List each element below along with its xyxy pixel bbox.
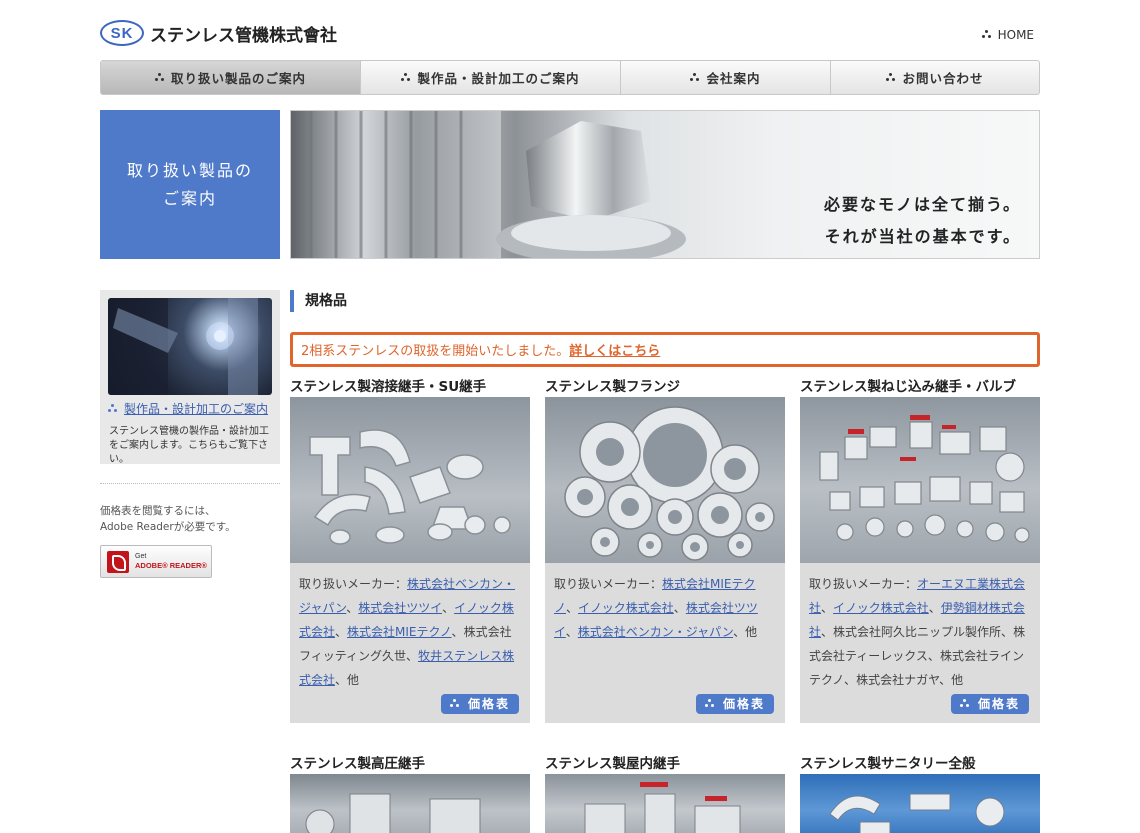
nav-item-company[interactable]: 会社案内 bbox=[621, 61, 831, 94]
card-title: ステンレス製溶接継手・SU継手 bbox=[290, 379, 487, 395]
price-label: 価格表 bbox=[722, 697, 765, 711]
maker-link[interactable]: 株式会社MIEテクノ bbox=[347, 625, 452, 639]
card-body: 取り扱いメーカー：オーエヌ工業株式会社、イノック株式会社、伊勢鋼材株式会社、株式… bbox=[800, 563, 1040, 723]
reader-badge-text: Get ADOBE® READER® bbox=[135, 552, 207, 571]
card-title: ステンレス製屋内継手 bbox=[545, 756, 680, 772]
dots-icon bbox=[959, 699, 970, 709]
sanitary-illustration bbox=[829, 793, 1005, 833]
hero-title-line2: ご案内 bbox=[162, 188, 217, 208]
product-card-welded-fittings: ステンレス製溶接継手・SU継手 取り扱いメーカー：株式会社ベンカン・ジャパン、株… bbox=[290, 378, 530, 723]
dots-icon bbox=[449, 699, 460, 709]
card-body: 取り扱いメーカー：株式会社ベンカン・ジャパン、株式会社ツツイ、イノック株式会社、… bbox=[290, 563, 530, 723]
product-card-flanges: ステンレス製フランジ 取り扱いメーカー：株式会社MIEテクノ、イノック株式会社、… bbox=[545, 378, 785, 723]
sidebar-fabrication-link[interactable]: 製作品・設計加工のご案内 bbox=[108, 400, 268, 417]
maker-link[interactable]: 株式会社ベンカン・ジャパン bbox=[578, 625, 733, 639]
high-pressure-illustration bbox=[305, 793, 481, 833]
maker-prefix: 取り扱いメーカー： bbox=[554, 577, 663, 591]
nav-item-contact[interactable]: お問い合わせ bbox=[831, 61, 1039, 94]
welding-photo[interactable] bbox=[108, 298, 272, 395]
card-photo-sanitary[interactable] bbox=[800, 774, 1040, 833]
hero-title-line1: 取り扱い製品の bbox=[126, 160, 253, 180]
product-card-sanitary: ステンレス製サニタリー全般 bbox=[800, 755, 1040, 833]
price-list-button[interactable]: 価格表 bbox=[951, 694, 1029, 714]
maker-link[interactable]: 株式会社ツツイ bbox=[358, 601, 442, 615]
maker-prefix: 取り扱いメーカー： bbox=[299, 577, 408, 591]
dots-icon bbox=[704, 699, 715, 709]
card-photo-welded-fittings[interactable] bbox=[290, 397, 530, 563]
reader-note-line1: 価格表を閲覧するには、 bbox=[100, 505, 216, 517]
price-list-button[interactable]: 価格表 bbox=[441, 694, 519, 714]
dots-icon bbox=[886, 72, 896, 83]
notice-text: 2相系ステンレスの取扱を開始いたしました。 bbox=[301, 344, 570, 359]
nav-label: 取り扱い製品のご案内 bbox=[170, 71, 306, 86]
maker-suffix: 、他 bbox=[335, 673, 360, 687]
dots-icon bbox=[401, 72, 411, 83]
notice-banner: 2相系ステンレスの取扱を開始いたしました。 詳しくはこちら bbox=[290, 332, 1040, 367]
home-label: HOME bbox=[997, 28, 1034, 42]
sidebar-description: ステンレス管機の製作品・設計加工をご案内します。こちらもご覧下さい。 bbox=[109, 426, 269, 465]
maker-name: 株式会社ナガヤ bbox=[856, 673, 940, 687]
reader-badge-get: Get bbox=[135, 553, 147, 560]
welded-fittings-illustration bbox=[309, 429, 511, 545]
home-link[interactable]: HOME bbox=[981, 28, 1034, 42]
dots-icon bbox=[154, 72, 165, 83]
nav-label: 製作品・設計加工のご案内 bbox=[417, 71, 580, 86]
card-title: ステンレス製サニタリー全般 bbox=[800, 756, 976, 772]
dots-icon bbox=[108, 403, 118, 414]
card-body: 取り扱いメーカー：株式会社MIEテクノ、イノック株式会社、株式会社ツツイ、株式会… bbox=[545, 563, 785, 723]
adobe-reader-icon bbox=[107, 550, 129, 573]
reader-badge-name: ADOBE® READER® bbox=[135, 561, 207, 570]
card-title: ステンレス製フランジ bbox=[545, 379, 680, 395]
product-card-indoor: ステンレス製屋内継手 bbox=[545, 755, 785, 833]
hero-banner: 必要なモノは全て揃う。 それが当社の基本です。 bbox=[290, 110, 1040, 259]
threaded-fittings-illustration bbox=[819, 415, 1030, 543]
logo-mark: SK bbox=[100, 20, 144, 46]
nav-item-fabrication[interactable]: 製作品・設計加工のご案内 bbox=[361, 61, 621, 94]
hero-copy: 必要なモノは全て揃う。 それが当社の基本です。 bbox=[824, 189, 1021, 253]
maker-name: 株式会社阿久比ニップル製作所 bbox=[833, 625, 1002, 639]
hero-copy-line1: 必要なモノは全て揃う。 bbox=[823, 195, 1021, 214]
price-label: 価格表 bbox=[467, 697, 510, 711]
product-card-threaded-fittings: ステンレス製ねじ込み継手・バルブ 取り扱いメーカー：オーエヌ工業株式会社、イノッ… bbox=[800, 378, 1040, 723]
card-photo-flanges[interactable] bbox=[545, 397, 785, 563]
card-title: ステンレス製高圧継手 bbox=[290, 756, 425, 772]
nav-label: 会社案内 bbox=[706, 71, 761, 86]
dots-icon bbox=[690, 72, 700, 83]
reader-note: 価格表を閲覧するには、 Adobe Readerが必要です。 bbox=[100, 503, 236, 535]
flanges-illustration bbox=[564, 406, 775, 561]
notice-details-link[interactable]: 詳しくはこちら bbox=[569, 340, 660, 359]
sidebar-link-label: 製作品・設計加工のご案内 bbox=[124, 402, 269, 416]
maker-prefix: 取り扱いメーカー： bbox=[809, 577, 918, 591]
card-photo-high-pressure[interactable] bbox=[290, 774, 530, 833]
card-title: ステンレス製ねじ込み継手・バルブ bbox=[800, 379, 1016, 395]
card-photo-threaded-fittings[interactable] bbox=[800, 397, 1040, 563]
indoor-fittings-illustration bbox=[584, 782, 741, 833]
get-adobe-reader-button[interactable]: Get ADOBE® READER® bbox=[100, 545, 212, 578]
maker-link[interactable]: イノック株式会社 bbox=[833, 601, 929, 615]
nav-item-products[interactable]: 取り扱い製品のご案内 bbox=[101, 61, 361, 94]
price-label: 価格表 bbox=[977, 697, 1020, 711]
dots-icon bbox=[981, 30, 992, 40]
main-nav: 取り扱い製品のご案内 製作品・設計加工のご案内 会社案内 お問い合わせ bbox=[100, 60, 1040, 95]
company-name: ステンレス管機株式會社 bbox=[150, 25, 337, 46]
hero-section-title: 取り扱い製品の ご案内 bbox=[100, 110, 280, 259]
maker-link[interactable]: イノック株式会社 bbox=[578, 601, 674, 615]
price-list-button[interactable]: 価格表 bbox=[696, 694, 774, 714]
maker-suffix: 、他 bbox=[733, 625, 758, 639]
nav-label: お問い合わせ bbox=[902, 71, 984, 86]
section-title: 規格品 bbox=[290, 290, 347, 312]
company-logo[interactable]: SK ステンレス管機株式會社 bbox=[100, 20, 337, 46]
maker-suffix: 、他 bbox=[939, 673, 964, 687]
reader-note-line2: Adobe Readerが必要です。 bbox=[100, 521, 236, 533]
sidebar-divider bbox=[100, 483, 280, 484]
hero-copy-line2: それが当社の基本です。 bbox=[824, 227, 1021, 246]
sidebar-fabrication-box: 製作品・設計加工のご案内 ステンレス管機の製作品・設計加工をご案内します。こちら… bbox=[100, 290, 280, 465]
welding-illustration bbox=[108, 298, 258, 395]
card-photo-indoor[interactable] bbox=[545, 774, 785, 833]
product-card-high-pressure: ステンレス製高圧継手 bbox=[290, 755, 530, 833]
